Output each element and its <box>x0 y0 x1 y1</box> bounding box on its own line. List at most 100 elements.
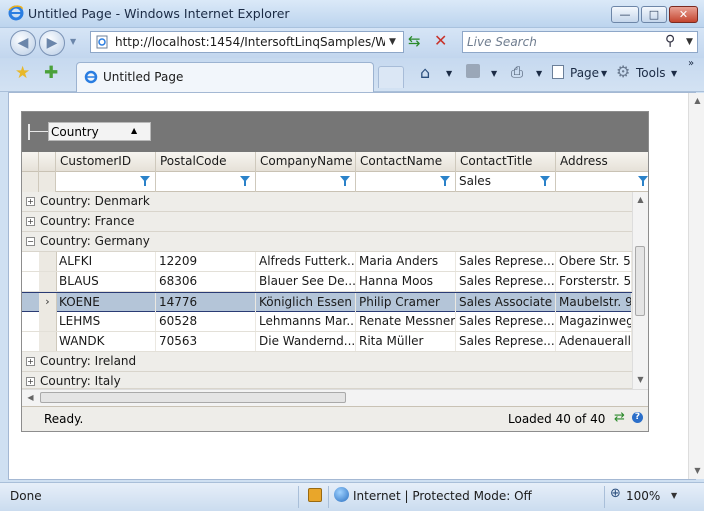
column-header-contactname[interactable]: ContactName <box>356 152 456 172</box>
cell-contactname[interactable]: Maria Anders <box>356 252 456 271</box>
filter-contactname[interactable] <box>356 172 456 192</box>
filter-icon[interactable] <box>440 176 450 186</box>
stop-icon[interactable]: ✕ <box>434 31 447 50</box>
search-icon[interactable]: ⚲ <box>665 33 675 49</box>
scroll-up-icon[interactable]: ▲ <box>633 192 648 208</box>
cell-address[interactable]: Adenauerallee <box>556 332 632 351</box>
filter-companyname[interactable] <box>256 172 356 192</box>
cell-address[interactable]: Forsterstr. 57 <box>556 272 632 291</box>
cell-customerid[interactable]: LEHMS <box>56 312 156 331</box>
cell-postalcode[interactable]: 70563 <box>156 332 256 351</box>
group-row-italy[interactable]: + Country: Italy <box>22 372 632 389</box>
grid-horizontal-scrollbar[interactable]: ◀ <box>22 389 648 406</box>
column-header-customerid[interactable]: CustomerID <box>56 152 156 172</box>
scroll-down-icon[interactable]: ▼ <box>633 372 648 388</box>
table-row[interactable]: LEHMS 60528 Lehmanns Mar... Renate Messn… <box>22 312 632 332</box>
filter-postalcode[interactable] <box>156 172 256 192</box>
page-dropdown-icon[interactable]: ▼ <box>601 69 607 78</box>
feeds-icon[interactable] <box>466 64 480 78</box>
address-bar[interactable]: http://localhost:1454/IntersoftLinqSampl… <box>90 31 404 53</box>
feeds-dropdown-icon[interactable]: ▼ <box>491 69 497 78</box>
expand-icon[interactable]: + <box>26 377 35 386</box>
page-menu[interactable]: Page <box>570 66 599 80</box>
group-row-ireland[interactable]: + Country: Ireland <box>22 352 632 372</box>
group-row-denmark[interactable]: + Country: Denmark <box>22 192 632 212</box>
collapse-icon[interactable]: − <box>26 237 35 246</box>
cell-postalcode[interactable]: 60528 <box>156 312 256 331</box>
group-by-chip[interactable]: Country ▲ <box>48 122 151 141</box>
table-row-selected[interactable]: › KOENE 14776 Königlich Essen Philip Cra… <box>22 292 632 312</box>
cell-address[interactable]: Obere Str. 57 <box>556 252 632 271</box>
filter-icon[interactable] <box>340 176 350 186</box>
maximize-button[interactable]: □ <box>641 6 667 23</box>
print-dropdown-icon[interactable]: ▼ <box>536 69 542 78</box>
close-window-button[interactable]: ✕ <box>669 6 698 23</box>
cell-address[interactable]: Magazinweg 7 <box>556 312 632 331</box>
column-header-contacttitle[interactable]: ContactTitle <box>456 152 556 172</box>
new-tab-button[interactable] <box>378 66 404 88</box>
grid-vscroll-thumb[interactable] <box>635 246 645 316</box>
group-row-france[interactable]: + Country: France <box>22 212 632 232</box>
zoom-icon[interactable]: ⊕ <box>610 486 621 501</box>
filter-icon[interactable] <box>540 176 550 186</box>
scroll-left-icon[interactable]: ◀ <box>22 390 39 406</box>
filter-address[interactable] <box>556 172 648 192</box>
address-url[interactable]: http://localhost:1454/IntersoftLinqSampl… <box>115 35 385 49</box>
minimize-button[interactable]: — <box>611 6 639 23</box>
page-scroll-up-icon[interactable]: ▲ <box>689 93 704 109</box>
cell-customerid[interactable]: BLAUS <box>56 272 156 291</box>
cell-contactname[interactable]: Hanna Moos <box>356 272 456 291</box>
tools-dropdown-icon[interactable]: ▼ <box>671 69 677 78</box>
filter-icon[interactable] <box>240 176 250 186</box>
filter-value[interactable]: Sales <box>459 174 491 188</box>
address-dropdown-icon[interactable]: ▼ <box>389 37 396 47</box>
forward-button[interactable]: ▶ <box>39 30 65 56</box>
table-row[interactable]: WANDK 70563 Die Wandernd... Rita Müller … <box>22 332 632 352</box>
cell-contactname[interactable]: Philip Cramer <box>356 293 456 312</box>
search-input[interactable]: Live Search ⚲ ▼ <box>462 31 698 53</box>
cell-companyname[interactable]: Blauer See De... <box>256 272 356 291</box>
tools-menu[interactable]: Tools <box>636 66 666 80</box>
zoom-dropdown-icon[interactable]: ▼ <box>671 491 677 500</box>
search-dropdown-icon[interactable]: ▼ <box>686 37 693 47</box>
expand-icon[interactable]: + <box>26 197 35 206</box>
back-button[interactable]: ◀ <box>10 30 36 56</box>
print-icon[interactable]: ⎙ <box>511 63 523 81</box>
expand-icon[interactable]: + <box>26 217 35 226</box>
home-icon[interactable]: ⌂ <box>420 63 430 82</box>
cell-postalcode[interactable]: 68306 <box>156 272 256 291</box>
cell-companyname[interactable]: Königlich Essen <box>256 293 356 312</box>
cell-postalcode[interactable]: 12209 <box>156 252 256 271</box>
favorites-star-icon[interactable]: ★ <box>15 63 30 83</box>
cell-contacttitle[interactable]: Sales Represe... <box>456 252 556 271</box>
warning-shield-icon[interactable] <box>308 488 322 502</box>
group-row-germany[interactable]: − Country: Germany <box>22 232 632 252</box>
refresh-icon[interactable]: ⇆ <box>408 32 421 50</box>
cell-contactname[interactable]: Rita Müller <box>356 332 456 351</box>
home-dropdown-icon[interactable]: ▼ <box>446 69 452 78</box>
security-zone[interactable]: Internet | Protected Mode: Off <box>353 489 532 503</box>
row-selector[interactable]: › <box>39 293 57 312</box>
help-icon[interactable]: ? <box>632 412 643 423</box>
page-scroll-down-icon[interactable]: ▼ <box>689 463 704 479</box>
tab-untitled-page[interactable]: Untitled Page <box>76 62 374 92</box>
cell-address[interactable]: Maubelstr. 90 <box>556 293 632 312</box>
grid-refresh-icon[interactable]: ⇄ <box>614 410 625 425</box>
cell-contacttitle[interactable]: Sales Represe... <box>456 312 556 331</box>
row-selector[interactable] <box>39 252 57 271</box>
add-favorites-icon[interactable]: ✚ <box>44 63 58 83</box>
cell-contacttitle[interactable]: Sales Represe... <box>456 272 556 291</box>
chevron-more-icon[interactable]: » <box>688 58 694 69</box>
cell-contactname[interactable]: Renate Messner <box>356 312 456 331</box>
expand-icon[interactable]: + <box>26 357 35 366</box>
table-row[interactable]: ALFKI 12209 Alfreds Futterk... Maria And… <box>22 252 632 272</box>
page-vertical-scrollbar[interactable]: ▲ ▼ <box>688 93 704 479</box>
table-row[interactable]: BLAUS 68306 Blauer See De... Hanna Moos … <box>22 272 632 292</box>
grid-hscroll-thumb[interactable] <box>40 392 346 403</box>
column-header-companyname[interactable]: CompanyName <box>256 152 356 172</box>
row-selector[interactable] <box>39 272 57 291</box>
zoom-level[interactable]: 100% <box>626 489 660 503</box>
cell-postalcode[interactable]: 14776 <box>156 293 256 312</box>
filter-icon[interactable] <box>140 176 150 186</box>
cell-contacttitle[interactable]: Sales Represe... <box>456 332 556 351</box>
